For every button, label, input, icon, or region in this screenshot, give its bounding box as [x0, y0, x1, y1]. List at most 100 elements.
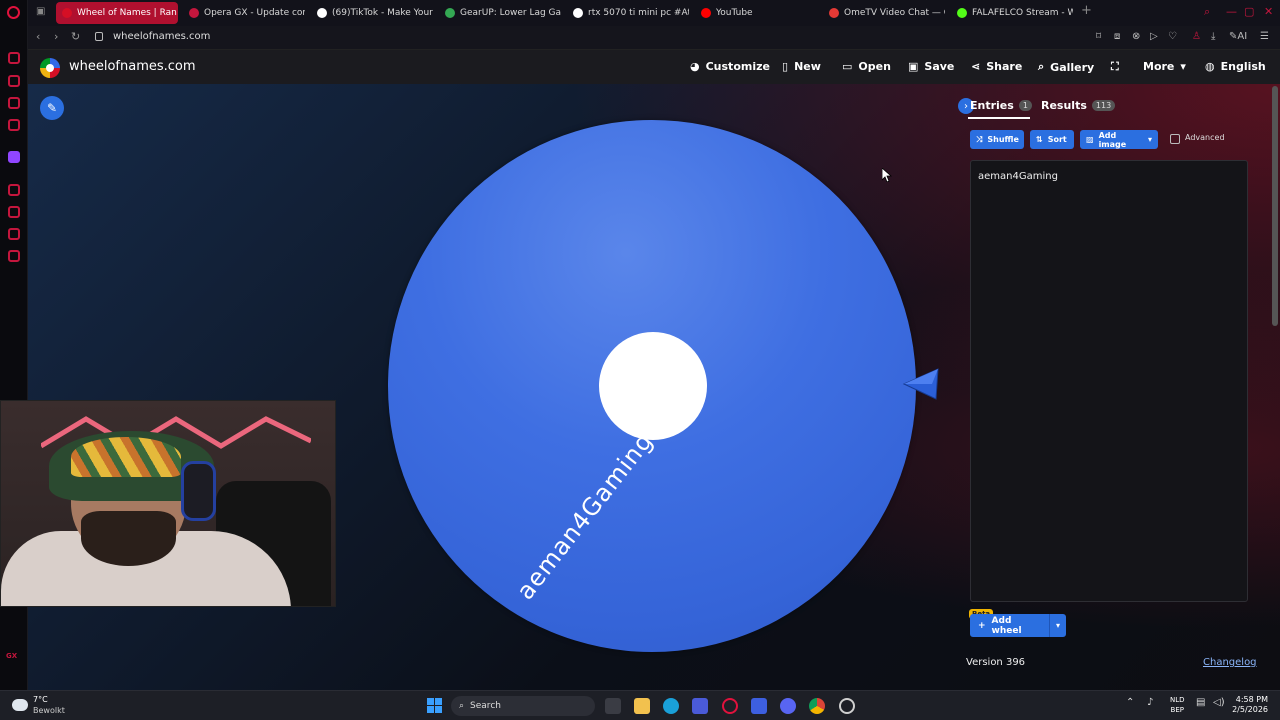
tab-ometv[interactable]: OmeTV Video Chat — Om — [823, 2, 945, 24]
adblock-icon[interactable]: ⊗ — [1132, 31, 1140, 42]
forward-icon[interactable]: › — [54, 30, 58, 43]
opera-gx-taskbar-icon[interactable] — [722, 698, 738, 714]
history-icon[interactable] — [8, 206, 20, 218]
microphone-icon[interactable]: ♪ — [1147, 697, 1153, 708]
language-code: NLD — [1170, 696, 1185, 704]
shuffle-label: Shuffle — [987, 135, 1019, 144]
shuffle-button[interactable]: ⤨ Shuffle — [970, 130, 1024, 149]
tab-title: GearUP: Lower Lag Game — [460, 8, 561, 18]
tab-youtube[interactable]: YouTube — [695, 2, 817, 24]
search-tabs-icon[interactable]: ⌕ — [1204, 5, 1210, 19]
tab-opera-gx[interactable]: Opera GX - Update comp — [183, 2, 305, 24]
back-icon[interactable]: ‹ — [36, 30, 40, 43]
extensions-icon[interactable] — [8, 228, 20, 240]
webcam-overlay — [0, 400, 336, 607]
edit-wheel-button[interactable]: ✎ — [40, 96, 64, 120]
wheel[interactable]: aeman4Gaming — [388, 120, 916, 652]
save-button[interactable]: ▣ Save — [908, 60, 954, 73]
close-icon[interactable]: ✕ — [1264, 5, 1273, 18]
page-scrollbar[interactable] — [1272, 86, 1278, 326]
tab-title: Wheel of Names | Ran — [77, 8, 177, 18]
minimize-icon[interactable]: — — [1226, 5, 1237, 18]
weather-temperature[interactable]: 7°C — [33, 695, 48, 704]
more-button[interactable]: More ▾ — [1143, 60, 1186, 73]
file-icon: ▯ — [782, 60, 789, 73]
new-button[interactable]: ▯ New — [782, 60, 821, 73]
chrome-icon[interactable] — [809, 698, 825, 714]
play-icon[interactable]: ▷ — [1150, 31, 1158, 42]
edge-icon[interactable] — [663, 698, 679, 714]
tab-strip: ▣ Wheel of Names | Ran Opera GX - Update… — [28, 0, 1280, 26]
gallery-button[interactable]: ⌕ Gallery — [1038, 60, 1094, 74]
tab-menu-icon[interactable]: ▣ — [36, 6, 45, 17]
heart-icon[interactable]: ♡ — [1168, 31, 1177, 42]
discord-icon[interactable] — [780, 698, 796, 714]
opera-gx-logo[interactable] — [7, 6, 20, 19]
changelog-link[interactable]: Changelog — [1203, 657, 1257, 668]
ai-icon[interactable]: ✎AI — [1229, 31, 1247, 42]
webcam-person-beard — [81, 511, 176, 566]
add-wheel-button[interactable]: + Add wheel ▾ — [970, 614, 1066, 637]
keyboard-language[interactable]: NLD BEP — [1170, 695, 1185, 715]
bookmark-icon[interactable]: ⌑ — [1096, 31, 1101, 42]
gx-corner-icon[interactable] — [8, 75, 20, 87]
weather-description[interactable]: Bewolkt — [33, 706, 65, 715]
tab-falafelco[interactable]: FALAFELCO Stream - Wat — [951, 2, 1073, 24]
taskbar-search[interactable]: ⌕ Search — [451, 696, 595, 716]
tab-favicon-icon — [701, 8, 711, 18]
tab-favicon-icon — [189, 8, 199, 18]
wheel-logo-icon[interactable] — [40, 58, 60, 78]
tab-wheel-of-names[interactable]: Wheel of Names | Ran — [56, 2, 178, 24]
sort-button[interactable]: ⇅ Sort — [1030, 130, 1074, 149]
add-wheel-main[interactable]: + Add wheel — [970, 614, 1050, 637]
app-icon[interactable] — [751, 698, 767, 714]
tray-chevron-icon[interactable]: ⌃ — [1126, 697, 1134, 708]
network-icon[interactable]: ▤ — [1196, 697, 1205, 708]
site-title[interactable]: wheelofnames.com — [69, 59, 196, 74]
tab-tiktok[interactable]: (69)TikTok - Make Your D — [311, 2, 433, 24]
file-explorer-icon[interactable] — [634, 698, 650, 714]
twitch-icon[interactable] — [8, 151, 20, 163]
reload-icon[interactable]: ↻ — [71, 30, 80, 43]
fullscreen-button[interactable]: ⛶ — [1111, 60, 1119, 74]
wheel-center[interactable] — [599, 332, 707, 440]
player-icon[interactable] — [8, 184, 20, 196]
start-icon[interactable] — [427, 698, 442, 713]
customize-button[interactable]: ◕ Customize — [690, 60, 770, 73]
taskbar-clock[interactable]: 4:58 PM 2/5/2026 — [1230, 695, 1268, 715]
maximize-icon[interactable]: ▢ — [1244, 5, 1254, 18]
language-button[interactable]: ◍ English — [1205, 60, 1266, 73]
volume-icon[interactable]: ◁) — [1213, 697, 1225, 708]
entries-textarea[interactable]: aeman4Gaming — [970, 160, 1248, 602]
add-wheel-dropdown-icon[interactable]: ▾ — [1050, 621, 1066, 630]
tab-title: OmeTV Video Chat — Om — [844, 8, 945, 18]
taskbar-search-placeholder: Search — [470, 701, 501, 711]
tab-entries[interactable]: Entries 1 — [970, 99, 1032, 112]
settings-icon[interactable] — [8, 250, 20, 262]
windows-taskbar: 7°C Bewolkt ⌕ Search ⌃ ♪ NLD BEP ▤ ◁) 4:… — [0, 690, 1280, 720]
advanced-label[interactable]: Advanced — [1185, 133, 1225, 142]
tab-rtx[interactable]: rtx 5070 ti mini pc #Atom — [567, 2, 689, 24]
new-tab-icon[interactable]: + — [1081, 3, 1092, 18]
cloud-icon[interactable] — [12, 699, 28, 711]
profile-icon[interactable]: ♙ — [1192, 31, 1201, 42]
gmail-icon[interactable] — [8, 119, 20, 131]
share-button[interactable]: ⋖ Share — [971, 60, 1022, 73]
gx-control-icon[interactable] — [8, 52, 20, 64]
advanced-checkbox[interactable] — [1170, 134, 1180, 144]
clock-date: 2/5/2026 — [1232, 705, 1268, 714]
open-label: Open — [858, 60, 891, 73]
store-icon[interactable] — [692, 698, 708, 714]
tab-favicon-icon — [317, 8, 327, 18]
url-field[interactable]: wheelofnames.com — [113, 31, 210, 42]
snapshot-icon[interactable]: ⧈ — [1114, 31, 1120, 42]
add-image-button[interactable]: ▨ Add image ▾ — [1080, 130, 1158, 149]
tab-gearup[interactable]: GearUP: Lower Lag Game — [439, 2, 561, 24]
download-icon[interactable]: ⤓ — [1211, 31, 1215, 42]
menu-icon[interactable]: ☰ — [1260, 31, 1269, 42]
tab-results[interactable]: Results 113 — [1041, 99, 1116, 112]
task-view-icon[interactable] — [605, 698, 621, 714]
open-button[interactable]: ▭ Open — [842, 60, 891, 73]
chatgpt-icon[interactable] — [839, 698, 855, 714]
messenger-icon[interactable] — [8, 97, 20, 109]
